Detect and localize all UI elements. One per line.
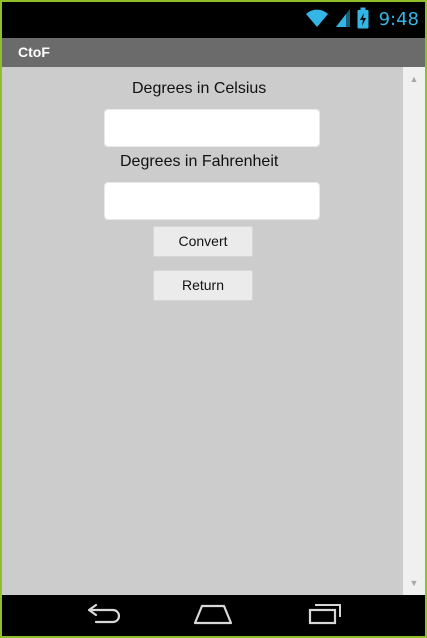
fahrenheit-label: Degrees in Fahrenheit — [120, 153, 279, 170]
celsius-input[interactable] — [104, 109, 320, 147]
status-time: 9:48 — [378, 9, 419, 30]
fahrenheit-input[interactable] — [104, 182, 320, 220]
scrollbar[interactable]: ▲ ▼ — [403, 67, 425, 595]
back-icon — [85, 603, 123, 630]
main-content: Degrees in Celsius Degrees in Fahrenheit… — [2, 67, 403, 595]
recent-apps-icon — [307, 602, 343, 631]
celsius-label: Degrees in Celsius — [132, 80, 267, 97]
scroll-down-arrow-icon[interactable]: ▼ — [408, 577, 420, 589]
home-icon — [193, 603, 233, 630]
scroll-up-arrow-icon[interactable]: ▲ — [408, 73, 420, 85]
return-button[interactable]: Return — [153, 270, 253, 301]
app-title: CtoF — [18, 44, 50, 60]
wifi-icon — [305, 8, 329, 33]
convert-button[interactable]: Convert — [153, 226, 253, 257]
recent-apps-button[interactable] — [305, 603, 345, 629]
title-bar: CtoF — [2, 38, 425, 67]
back-button[interactable] — [84, 603, 124, 629]
device-frame: 9:48 CtoF Degrees in Celsius Degrees in … — [0, 0, 427, 638]
status-icons: 9:48 — [305, 7, 419, 33]
home-button[interactable] — [193, 603, 233, 629]
status-bar: 9:48 — [2, 2, 425, 38]
cell-signal-icon — [335, 8, 351, 33]
battery-charging-icon — [357, 7, 369, 34]
navigation-bar — [2, 595, 425, 636]
